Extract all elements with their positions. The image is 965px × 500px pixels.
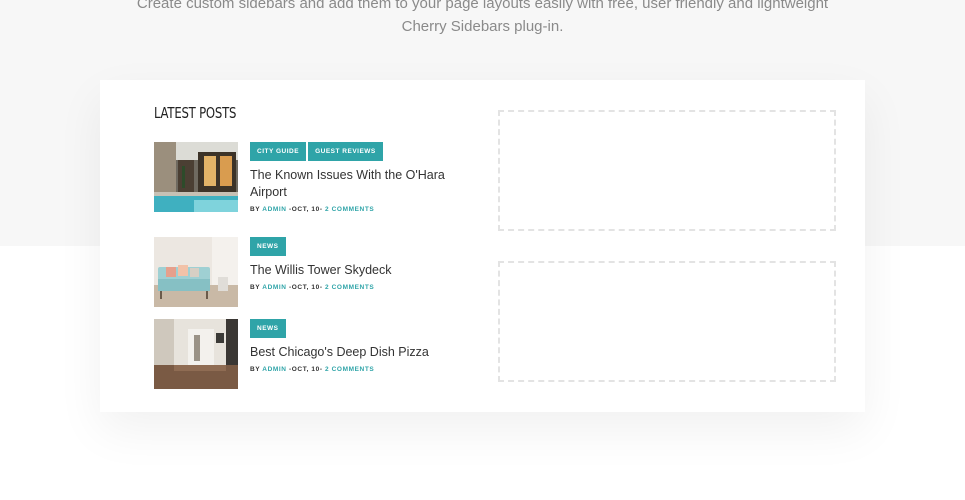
- comments-link[interactable]: 2 Comments: [325, 284, 374, 291]
- post-thumbnail-sofa[interactable]: [154, 237, 238, 307]
- post-date: -Oct, 10-: [289, 366, 323, 373]
- post-title-link[interactable]: Best Chicago's Deep Dish Pizza: [250, 344, 465, 361]
- author-link[interactable]: Admin: [262, 206, 286, 213]
- comments-link[interactable]: 2 Comments: [325, 366, 374, 373]
- intro-line-2: Cherry Sidebars plug-in.: [401, 18, 564, 35]
- post-title-link[interactable]: The Known Issues With the O'Hara Airport: [250, 167, 465, 201]
- post-thumbnail-room[interactable]: [154, 319, 238, 389]
- tag-news[interactable]: News: [250, 319, 286, 338]
- post-date: -Oct, 10-: [289, 206, 323, 213]
- meta-by: By: [250, 366, 261, 373]
- latest-posts-title: Latest Posts: [154, 104, 237, 122]
- author-link[interactable]: Admin: [262, 366, 286, 373]
- sidebar-widget-placeholder: [498, 110, 836, 231]
- post-meta: By Admin -Oct, 10- 2 Comments: [250, 284, 465, 291]
- post-thumbnail-pool-house[interactable]: [154, 142, 238, 212]
- tag-city-guide[interactable]: City Guide: [250, 142, 307, 161]
- sidebar-widget-placeholder: [498, 261, 836, 382]
- intro-line-1: Create custom sidebars and add them to y…: [136, 0, 829, 12]
- post-meta: By Admin -Oct, 10- 2 Comments: [250, 366, 465, 373]
- post-meta: By Admin -Oct, 10- 2 Comments: [250, 206, 465, 213]
- pool-house-image: [154, 142, 238, 212]
- post-date: -Oct, 10-: [289, 284, 323, 291]
- post-title-link[interactable]: The Willis Tower Skydeck: [250, 262, 465, 279]
- tag-guest-reviews[interactable]: Guest Reviews: [308, 142, 383, 161]
- empty-room-image: [154, 319, 238, 389]
- intro-text: Create custom sidebars and add them to y…: [0, 0, 965, 38]
- tag-news[interactable]: News: [250, 237, 286, 256]
- sidebar-card: Latest Posts City Guide Guest Reviews: [100, 80, 865, 412]
- comments-link[interactable]: 2 Comments: [325, 206, 374, 213]
- sofa-image: [154, 237, 238, 307]
- author-link[interactable]: Admin: [262, 284, 286, 291]
- meta-by: By: [250, 206, 261, 213]
- meta-by: By: [250, 284, 261, 291]
